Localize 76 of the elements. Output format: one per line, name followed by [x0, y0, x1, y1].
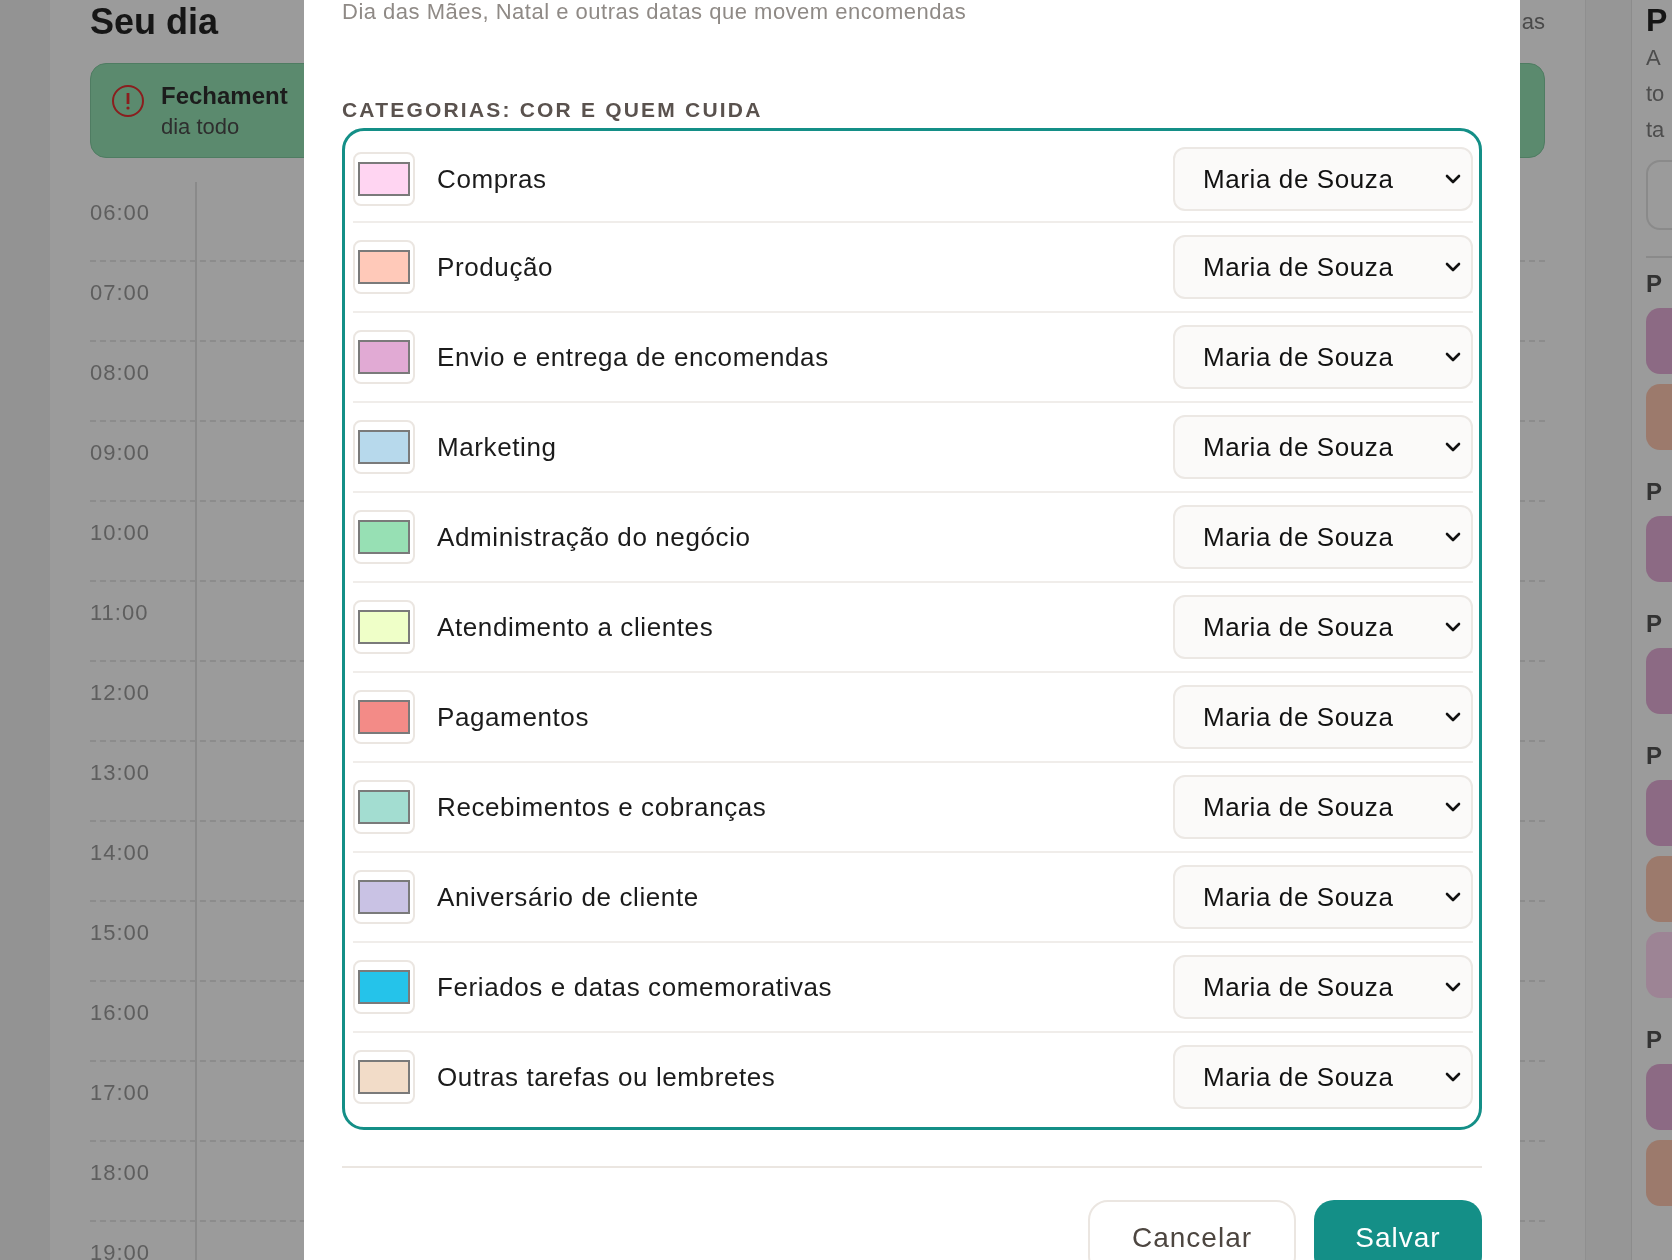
section-heading: P: [1646, 270, 1663, 298]
color-swatch-button[interactable]: [353, 420, 415, 474]
section-heading: P: [1646, 478, 1663, 506]
category-name: Recebimentos e cobranças: [437, 791, 768, 823]
event-time: dia todo: [161, 114, 241, 140]
color-swatch-button[interactable]: [353, 960, 415, 1014]
hour-label: 17:00: [90, 1080, 151, 1106]
owner-select[interactable]: Maria de Souza: [1173, 685, 1473, 749]
hour-label: 09:00: [90, 440, 151, 466]
section-heading: CATEGORIAS: COR E QUEM CUIDA: [342, 98, 764, 122]
owner-select[interactable]: Maria de Souza: [1173, 147, 1473, 211]
owner-select[interactable]: Maria de Souza: [1173, 955, 1473, 1019]
category-name: Feriados e datas comemorativas: [437, 971, 834, 1003]
section-heading: P: [1646, 742, 1663, 770]
event-title: Fechament: [161, 82, 288, 110]
owner-select[interactable]: Maria de Souza: [1173, 775, 1473, 839]
panel-text: to: [1646, 80, 1666, 108]
hour-label: 11:00: [90, 600, 149, 626]
owner-select[interactable]: Maria de Souza: [1173, 415, 1473, 479]
section-heading: P: [1646, 610, 1663, 638]
color-swatch-button[interactable]: [353, 600, 415, 654]
cancel-button[interactable]: Cancelar: [1088, 1200, 1296, 1260]
owner-select[interactable]: Maria de Souza: [1173, 865, 1473, 929]
hour-label: 18:00: [90, 1160, 151, 1186]
chevron-down-icon: [1445, 802, 1461, 812]
color-swatch-button[interactable]: [353, 330, 415, 384]
hour-label: 10:00: [90, 520, 151, 546]
category-name: Envio e entrega de encomendas: [437, 341, 830, 373]
hour-label: 07:00: [90, 280, 151, 306]
category-name: Administração do negócio: [437, 521, 752, 553]
chevron-down-icon: [1445, 1072, 1461, 1082]
owner-select[interactable]: Maria de Souza: [1173, 595, 1473, 659]
color-swatch-button[interactable]: [353, 690, 415, 744]
chevron-down-icon: [1445, 712, 1461, 722]
panel-text: A: [1646, 44, 1662, 72]
chevron-down-icon: [1445, 442, 1461, 452]
color-swatch-button[interactable]: [353, 152, 415, 206]
chevron-down-icon: [1445, 892, 1461, 902]
category-name: Outras tarefas ou lembretes: [437, 1061, 777, 1093]
page-title: Seu dia: [90, 1, 219, 43]
category-name: Pagamentos: [437, 701, 590, 733]
hour-label: 16:00: [90, 1000, 151, 1026]
hour-label: 06:00: [90, 200, 151, 226]
owner-select[interactable]: Maria de Souza: [1173, 1045, 1473, 1109]
hour-label: 19:00: [90, 1240, 151, 1260]
panel-title: P: [1646, 1, 1669, 40]
dialog-subtitle: Dia das Mães, Natal e outras datas que movem encomendas: [342, 0, 968, 24]
color-swatch-button[interactable]: [353, 240, 415, 294]
hour-label: 14:00: [90, 840, 151, 866]
section-heading: P: [1646, 1026, 1663, 1054]
owner-select[interactable]: Maria de Souza: [1173, 235, 1473, 299]
hour-label: 15:00: [90, 920, 151, 946]
color-swatch-button[interactable]: [353, 780, 415, 834]
save-button[interactable]: Salvar: [1314, 1200, 1482, 1260]
color-swatch-button[interactable]: [353, 510, 415, 564]
alert-icon: [111, 84, 145, 118]
category-name: Marketing: [437, 431, 558, 463]
color-swatch-button[interactable]: [353, 870, 415, 924]
owner-select[interactable]: Maria de Souza: [1173, 505, 1473, 569]
category-name: Produção: [437, 251, 555, 283]
category-name: Atendimento a clientes: [437, 611, 715, 643]
chevron-down-icon: [1445, 352, 1461, 362]
chevron-down-icon: [1445, 532, 1461, 542]
panel-text: ta: [1646, 116, 1666, 144]
hour-label: 08:00: [90, 360, 151, 386]
page-heading: as: [1521, 9, 1545, 35]
chevron-down-icon: [1445, 262, 1461, 272]
color-swatch-button[interactable]: [353, 1050, 415, 1104]
chevron-down-icon: [1445, 174, 1461, 184]
owner-select[interactable]: Maria de Souza: [1173, 325, 1473, 389]
chevron-down-icon: [1445, 982, 1461, 992]
hour-label: 13:00: [90, 760, 151, 786]
category-name: Compras: [437, 163, 548, 195]
chevron-down-icon: [1445, 622, 1461, 632]
hour-label: 12:00: [90, 680, 151, 706]
category-name: Aniversário de cliente: [437, 881, 700, 913]
